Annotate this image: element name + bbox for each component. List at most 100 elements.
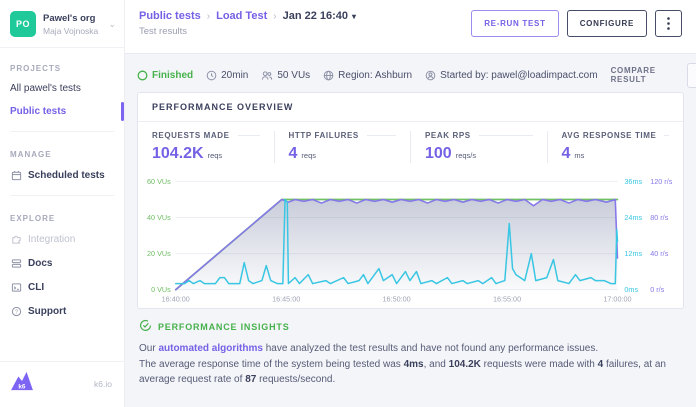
sidebar-nav: PROJECTS All pawel's tests Public tests …	[0, 48, 124, 323]
performance-insights: PERFORMANCE INSIGHTS Our automated algor…	[137, 309, 684, 388]
svg-text:12ms: 12ms	[624, 249, 642, 258]
metric-http-failures: HTTP FAILURES 4 reqs	[274, 131, 411, 163]
divider	[10, 131, 114, 132]
breadcrumb-separator: ›	[273, 11, 276, 22]
svg-text:0 VUs: 0 VUs	[151, 285, 171, 294]
metric-value: 4	[289, 145, 298, 163]
more-options-button[interactable]	[655, 10, 682, 37]
svg-text:16:55:00: 16:55:00	[493, 295, 521, 304]
chevron-down-icon: ⌄	[108, 19, 116, 30]
metric-unit: reqs	[301, 151, 316, 160]
content-area: Finished 20min 50 VUs	[125, 54, 696, 407]
divider	[10, 195, 114, 196]
svg-text:24ms: 24ms	[624, 213, 642, 222]
svg-text:40 r/s: 40 r/s	[650, 249, 668, 258]
status-circle-icon	[137, 70, 148, 81]
insights-text-segment: The average response time of the system …	[139, 359, 404, 370]
insights-text-segment: , and	[424, 359, 449, 370]
sidebar-item-label: Docs	[28, 258, 52, 269]
svg-text:0 r/s: 0 r/s	[650, 285, 664, 294]
check-circle-icon	[139, 319, 152, 334]
sidebar-item-label: Integration	[28, 234, 75, 245]
svg-text:60 VUs: 60 VUs	[147, 177, 171, 186]
configure-button[interactable]: CONFIGURE	[567, 10, 647, 37]
docs-icon	[10, 257, 22, 269]
insights-bold-value: 104.2K	[449, 359, 481, 370]
performance-overview-card: PERFORMANCE OVERVIEW REQUESTS MADE 104.2…	[137, 92, 684, 309]
test-run-label: Jan 22 16:40	[283, 10, 348, 22]
svg-text:80 r/s: 80 r/s	[650, 213, 668, 222]
k6-logo[interactable]: k6	[10, 371, 34, 396]
k6-site-label: k6.io	[94, 379, 112, 389]
rerun-test-button[interactable]: RE-RUN TEST	[471, 10, 558, 37]
chart-container: 0 VUs0ms0 r/s20 VUs12ms40 r/s40 VUs24ms8…	[138, 170, 683, 308]
sidebar-item-all-pawels-tests[interactable]: All pawel's tests	[0, 77, 124, 100]
sidebar-item-label: Support	[28, 306, 66, 317]
metric-avg-response-time: AVG RESPONSE TIME 4 ms	[547, 131, 684, 163]
breadcrumb: Public tests › Load Test › Jan 22 16:40 ▾	[139, 10, 356, 22]
status-started-by: Started by: pawel@loadimpact.com	[425, 70, 597, 81]
insights-text-segment: requests/second.	[256, 374, 335, 385]
users-icon	[261, 70, 273, 81]
metric-unit: ms	[574, 151, 584, 160]
sidebar-item-support[interactable]: ? Support	[0, 299, 124, 323]
status-region: Region: Ashburn	[323, 70, 412, 81]
compare-target-select[interactable]: Select a compare target ▾	[687, 63, 696, 88]
svg-text:k6: k6	[18, 383, 26, 390]
sidebar-item-label: All pawel's tests	[10, 83, 81, 94]
metric-value: 104.2K	[152, 145, 204, 163]
insights-text-segment: requests were made with	[481, 359, 598, 370]
kebab-icon	[667, 17, 670, 30]
metric-value: 100	[425, 145, 452, 163]
svg-text:0ms: 0ms	[624, 285, 638, 294]
status-finished: Finished	[137, 70, 193, 81]
breadcrumb-load-test[interactable]: Load Test	[216, 10, 267, 22]
sidebar-item-label: Scheduled tests	[28, 170, 105, 181]
svg-text:16:40:00: 16:40:00	[162, 295, 190, 304]
svg-text:120 r/s: 120 r/s	[650, 177, 672, 186]
calendar-icon	[10, 169, 22, 181]
performance-overview-title: PERFORMANCE OVERVIEW	[138, 93, 683, 122]
page-subtitle: Test results	[139, 26, 356, 37]
compare-result-label: COMPARE RESULT	[611, 66, 680, 84]
svg-text:16:45:00: 16:45:00	[272, 295, 300, 304]
test-run-selector[interactable]: Jan 22 16:40 ▾	[283, 10, 356, 22]
org-name: Pawel's org	[43, 13, 101, 24]
nav-section-projects: PROJECTS	[0, 54, 124, 77]
sidebar-item-integration[interactable]: Integration	[0, 227, 124, 251]
nav-section-manage: MANAGE	[0, 140, 124, 163]
help-icon: ?	[10, 305, 22, 317]
metric-label: PEAK RPS	[425, 131, 471, 140]
svg-text:?: ?	[14, 309, 17, 315]
insights-bold-value: 87	[245, 374, 256, 385]
automated-algorithms-link[interactable]: automated algorithms	[158, 343, 262, 354]
metric-unit: reqs/s	[456, 151, 476, 160]
sidebar-item-scheduled-tests[interactable]: Scheduled tests	[0, 163, 124, 187]
sidebar-item-public-tests[interactable]: Public tests	[0, 100, 124, 123]
metric-peak-rps: PEAK RPS 100 reqs/s	[410, 131, 547, 163]
metric-label: AVG RESPONSE TIME	[562, 131, 657, 140]
insights-title-label: PERFORMANCE INSIGHTS	[158, 322, 290, 332]
metric-value: 4	[562, 145, 571, 163]
metric-label: HTTP FAILURES	[289, 131, 359, 140]
insights-text-segment: Our	[139, 343, 158, 354]
svg-text:16:50:00: 16:50:00	[383, 295, 411, 304]
chevron-down-icon: ▾	[352, 12, 356, 21]
insights-text-segment: have analyzed the test results and have …	[263, 343, 598, 354]
sidebar-item-cli[interactable]: CLI	[0, 275, 124, 299]
svg-text:17:00:00: 17:00:00	[603, 295, 631, 304]
breadcrumb-separator: ›	[207, 11, 210, 22]
sidebar: PO Pawel's org Maja Vojnoska ⌄ PROJECTS …	[0, 0, 125, 407]
breadcrumb-public-tests[interactable]: Public tests	[139, 10, 201, 22]
nav-section-explore: EXPLORE	[0, 204, 124, 227]
globe-icon	[323, 70, 334, 81]
org-selector[interactable]: PO Pawel's org Maja Vojnoska ⌄	[0, 0, 124, 48]
sidebar-item-docs[interactable]: Docs	[0, 251, 124, 275]
insights-bold-value: 4ms	[404, 359, 424, 370]
performance-chart: 0 VUs0ms0 r/s20 VUs12ms40 r/s40 VUs24ms8…	[140, 174, 681, 306]
status-duration: 20min	[206, 70, 248, 81]
svg-text:36ms: 36ms	[624, 177, 642, 186]
svg-text:40 VUs: 40 VUs	[147, 213, 171, 222]
page-header: Public tests › Load Test › Jan 22 16:40 ▾…	[125, 0, 696, 54]
sidebar-item-label: CLI	[28, 282, 44, 293]
